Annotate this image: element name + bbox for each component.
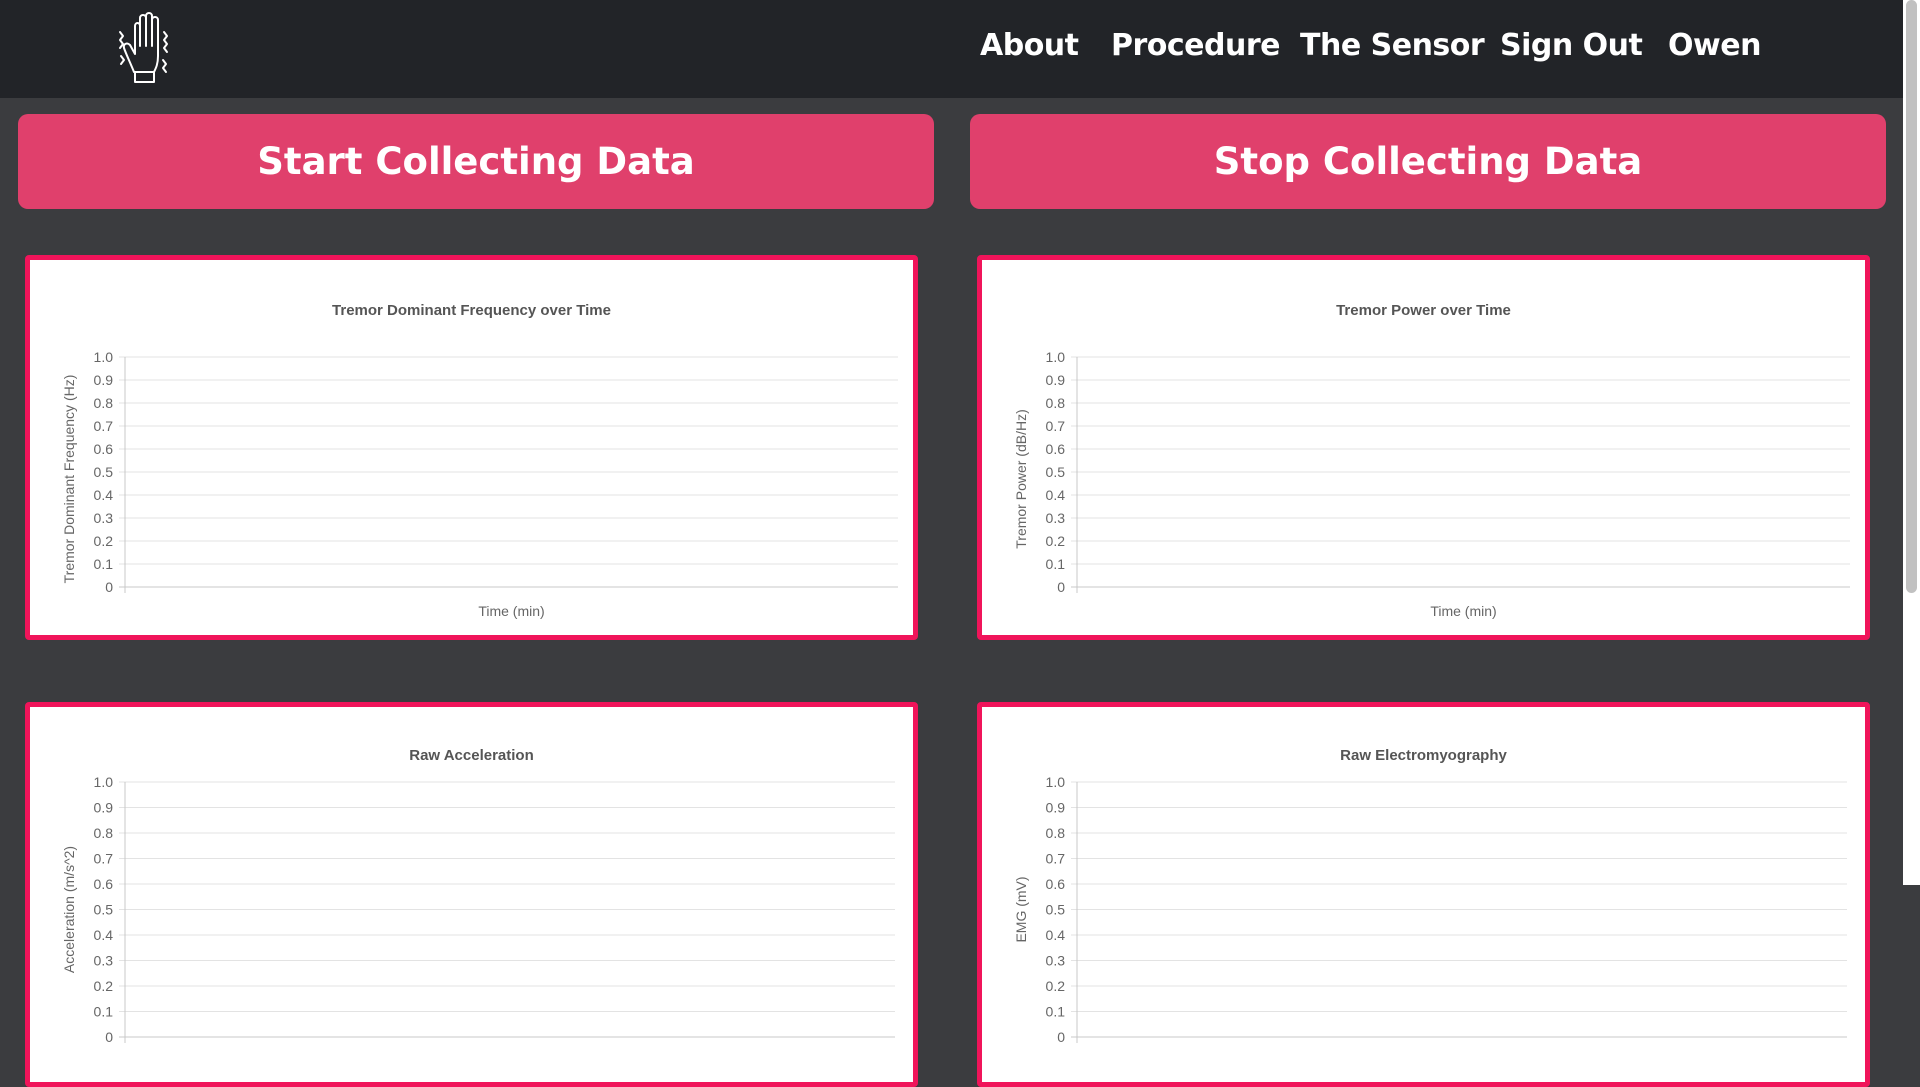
y-tick-label: 0.5: [1046, 464, 1066, 480]
y-tick-label: 0.9: [94, 372, 114, 388]
chart-raw-acceleration: Raw Acceleration 1.0 0.9 0.8 0.7 0.6 0.5 0.4 0.3…: [61, 747, 895, 1045]
y-tick-label: 0.9: [94, 800, 114, 816]
chart-tremor-power: Tremor Power over Time 1.0 0.9 0.8 0.7 0.6 0.5…: [1013, 302, 1850, 619]
y-tick-label: 0.3: [1046, 510, 1066, 526]
y-tick-label: 0.5: [1046, 902, 1066, 918]
chart-title: Tremor Power over Time: [1336, 302, 1511, 319]
y-tick-label: 0.3: [94, 953, 114, 969]
y-tick-label: 0.4: [1046, 927, 1066, 943]
y-tick-label: 0.6: [1046, 441, 1066, 457]
chart-card-dominant-frequency: Tremor Dominant Frequency over Time 1.0 0.…: [25, 255, 918, 640]
y-axis-label: Acceleration (m/s^2): [61, 846, 77, 973]
y-tick-label: 0.1: [94, 556, 114, 572]
y-tick-label: 1.0: [94, 774, 114, 790]
y-tick-label: 0.2: [94, 533, 114, 549]
y-tick-label: 0: [1057, 1029, 1065, 1045]
y-tick-label: 0.8: [1046, 825, 1066, 841]
y-tick-label: 0: [105, 1029, 113, 1045]
chart-card-tremor-power: Tremor Power over Time 1.0 0.9 0.8 0.7 0.6 0.5…: [977, 255, 1870, 640]
chart-title: Tremor Dominant Frequency over Time: [332, 302, 611, 319]
y-tick-label: 0.1: [94, 1004, 114, 1020]
y-tick-label: 0.2: [94, 978, 114, 994]
chart-dominant-frequency: Tremor Dominant Frequency over Time 1.0 0.…: [61, 302, 898, 619]
y-axis-label: EMG (mV): [1013, 876, 1029, 942]
x-axis-label: Time (min): [478, 603, 544, 619]
y-tick-label: 0.1: [1046, 556, 1066, 572]
chart-title: Raw Electromyography: [1340, 747, 1507, 764]
y-tick-label: 0.6: [94, 441, 114, 457]
nav-link-sign-out[interactable]: Sign Out: [1500, 28, 1643, 63]
y-tick-label: 0.2: [1046, 533, 1066, 549]
y-tick-label: 0.9: [1046, 800, 1066, 816]
y-tick-label: 0.7: [94, 851, 114, 867]
y-tick-label: 0: [1057, 579, 1065, 595]
chart-card-raw-electromyography: Raw Electromyography 1.0 0.9 0.8 0.7 0.6 0.5 0.…: [977, 702, 1870, 1087]
y-tick-label: 0.6: [94, 876, 114, 892]
y-tick-label: 0.5: [94, 902, 114, 918]
nav-link-user-owen[interactable]: Owen: [1668, 28, 1761, 63]
y-tick-label: 0.3: [1046, 953, 1066, 969]
stop-collecting-button[interactable]: Stop Collecting Data: [970, 114, 1886, 209]
chart-card-raw-acceleration: Raw Acceleration 1.0 0.9 0.8 0.7 0.6 0.5 0.4 0.3…: [25, 702, 918, 1087]
y-axis-label: Tremor Dominant Frequency (Hz): [61, 375, 77, 584]
y-tick-label: 1.0: [94, 349, 114, 365]
y-tick-label: 0.9: [1046, 372, 1066, 388]
y-axis-label: Tremor Power (dB/Hz): [1013, 409, 1029, 549]
nav-link-procedure[interactable]: Procedure: [1111, 28, 1281, 63]
chart-raw-electromyography: Raw Electromyography 1.0 0.9 0.8 0.7 0.6 0.5 0.…: [1013, 747, 1847, 1045]
y-tick-label: 0.3: [94, 510, 114, 526]
y-tick-label: 0.4: [1046, 487, 1066, 503]
y-tick-label: 1.0: [1046, 774, 1066, 790]
nav-link-the-sensor[interactable]: The Sensor: [1300, 28, 1485, 63]
y-tick-label: 0.7: [1046, 418, 1066, 434]
y-tick-label: 0.4: [94, 487, 114, 503]
y-tick-label: 0.6: [1046, 876, 1066, 892]
top-navbar: About Procedure The Sensor Sign Out Owen: [0, 0, 1920, 98]
page-scrollbar[interactable]: [1903, 0, 1920, 885]
y-tick-label: 0.7: [1046, 851, 1066, 867]
x-axis-label: Time (min): [1430, 603, 1496, 619]
scrollbar-thumb[interactable]: [1906, 0, 1917, 593]
y-tick-label: 0: [105, 579, 113, 595]
y-tick-label: 0.8: [94, 395, 114, 411]
y-tick-label: 0.8: [94, 825, 114, 841]
y-tick-label: 0.7: [94, 418, 114, 434]
y-tick-label: 1.0: [1046, 349, 1066, 365]
start-collecting-button[interactable]: Start Collecting Data: [18, 114, 934, 209]
y-tick-label: 0.5: [94, 464, 114, 480]
chart-title: Raw Acceleration: [409, 747, 534, 764]
y-tick-label: 0.2: [1046, 978, 1066, 994]
tremor-hand-icon[interactable]: [118, 12, 180, 84]
nav-link-about[interactable]: About: [980, 28, 1079, 63]
y-tick-label: 0.8: [1046, 395, 1066, 411]
y-tick-label: 0.4: [94, 927, 114, 943]
y-tick-label: 0.1: [1046, 1004, 1066, 1020]
